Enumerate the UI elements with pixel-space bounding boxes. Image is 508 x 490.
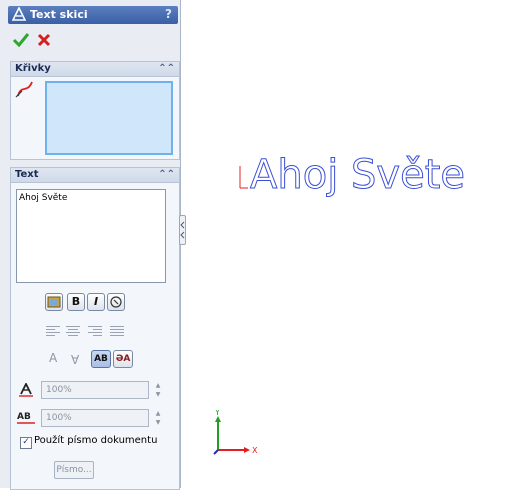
curves-group: Křivky ⌃⌃: [10, 61, 180, 160]
use-document-font-label: Použít písmo dokumentu: [34, 435, 158, 446]
sketch-text-preview[interactable]: Ahoj Světe: [238, 144, 508, 198]
collapse-chevron-icon[interactable]: ⌃⌃: [158, 62, 175, 76]
panel-title: Text skici: [30, 8, 88, 21]
align-center-icon[interactable]: [66, 325, 80, 337]
ok-check-icon[interactable]: [12, 32, 30, 48]
insert-link-icon: [47, 296, 61, 308]
svg-text:AB: AB: [17, 412, 31, 422]
font-button[interactable]: Písmo...: [54, 461, 94, 479]
curves-group-header[interactable]: Křivky ⌃⌃: [11, 62, 179, 77]
width-spin-icon[interactable]: ▲ ▼: [153, 381, 163, 399]
sketch-text-outline: Ahoj Světe: [239, 152, 465, 198]
panel-titlebar: Text skici ?: [8, 6, 178, 24]
text-group-title: Text: [15, 169, 39, 180]
rotate-button[interactable]: [107, 293, 125, 311]
text-group: Text ⌃⌃ Ahoj Světe B I A A AB ƏA 100% ▲ …: [10, 167, 180, 490]
flip-vertical-icon[interactable]: A: [49, 351, 57, 365]
width-factor-field[interactable]: 100%: [41, 381, 149, 399]
spacing-spin-icon[interactable]: ▲ ▼: [153, 409, 163, 427]
width-factor-icon: [19, 383, 33, 397]
splitter-arrows-icon: [180, 221, 185, 239]
spacing-icon: AB: [17, 412, 35, 424]
align-left-icon[interactable]: [46, 325, 60, 337]
flip-vertical-upside-icon[interactable]: A: [71, 352, 79, 366]
italic-button[interactable]: I: [87, 293, 105, 311]
property-manager-panel: Text skici ? Křivky ⌃⌃ Text ⌃⌃ Ahoj Svět…: [0, 0, 181, 490]
rotate-icon: [110, 296, 122, 308]
panel-splitter-handle[interactable]: [179, 215, 186, 245]
sketch-text-icon: [12, 7, 26, 21]
cancel-x-icon[interactable]: [36, 32, 52, 48]
align-right-icon[interactable]: [88, 325, 102, 337]
curve-selection-icon: [15, 81, 33, 98]
spacing-field[interactable]: 100%: [41, 409, 149, 427]
justify-icon[interactable]: [110, 325, 124, 337]
triad-y-label: Y: [214, 410, 220, 417]
triad-x-label: X: [252, 446, 258, 455]
bold-button[interactable]: B: [67, 293, 85, 311]
text-input-area[interactable]: Ahoj Světe: [16, 189, 166, 283]
curves-selection-list[interactable]: [45, 81, 173, 155]
flip-horizontal-ab-icon[interactable]: AB: [91, 350, 111, 368]
axis-triad-icon: Y X: [213, 410, 258, 455]
flip-horizontal-ba-icon[interactable]: ƏA: [113, 350, 133, 368]
help-icon[interactable]: ?: [165, 7, 172, 21]
sketch-text-glyphs: Ahoj Světe: [250, 152, 465, 198]
use-document-font-checkbox[interactable]: ✓: [20, 437, 32, 449]
text-group-header[interactable]: Text ⌃⌃: [11, 168, 179, 183]
collapse-chevron-icon[interactable]: ⌃⌃: [158, 168, 175, 182]
insert-link-button[interactable]: [45, 293, 63, 311]
curves-group-title: Křivky: [15, 63, 51, 74]
